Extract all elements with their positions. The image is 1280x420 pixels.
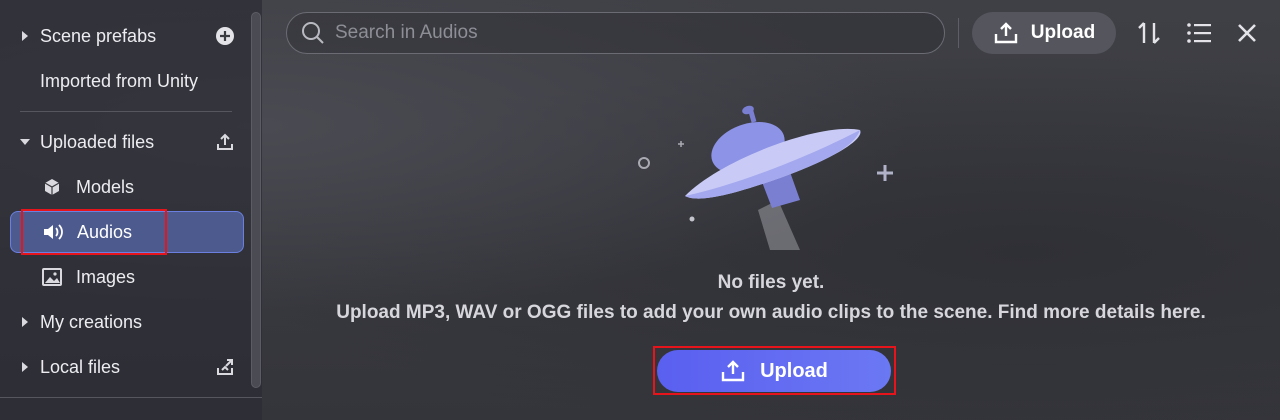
- chevron-right-icon[interactable]: [10, 362, 40, 372]
- plus-circle-icon[interactable]: [214, 25, 236, 47]
- sidebar-item-label: Audios: [77, 221, 133, 242]
- upload-icon: [720, 359, 746, 383]
- divider: [20, 111, 232, 112]
- sidebar-item-my-creations[interactable]: My creations: [10, 302, 244, 342]
- empty-state-title: No files yet.: [717, 272, 825, 293]
- search-icon: [301, 21, 325, 45]
- upload-main-button-label: Upload: [760, 359, 828, 382]
- sidebar-item-label: Scene prefabs: [40, 25, 157, 46]
- sidebar-item-scene-prefabs[interactable]: Scene prefabs: [10, 16, 244, 56]
- sidebar-item-label: My creations: [40, 311, 143, 332]
- sidebar-item-audios[interactable]: Audios: [10, 211, 244, 253]
- upload-button-label: Upload: [1030, 22, 1096, 43]
- divider: [958, 18, 959, 48]
- speaker-icon: [41, 221, 65, 243]
- sidebar-item-uploaded-files[interactable]: Uploaded files: [10, 122, 244, 162]
- chevron-right-icon[interactable]: [10, 317, 40, 327]
- upload-icon: [993, 21, 1019, 45]
- ufo-illustration: [638, 105, 893, 250]
- search-input[interactable]: [333, 21, 917, 45]
- sidebar-item-label: Imported from Unity: [40, 70, 199, 91]
- list-icon[interactable]: [1186, 20, 1212, 46]
- close-icon[interactable]: [1234, 20, 1260, 46]
- divider: [0, 397, 262, 398]
- sidebar-item-imported-from-unity[interactable]: Imported from Unity: [10, 61, 244, 101]
- sidebar-item-local-files[interactable]: Local files: [10, 347, 244, 387]
- sort-icon[interactable]: [1136, 20, 1162, 46]
- chevron-down-icon[interactable]: [10, 139, 40, 145]
- image-icon: [40, 266, 64, 288]
- sidebar-item-label: Models: [76, 176, 135, 197]
- local-upload-icon[interactable]: [214, 356, 236, 378]
- cube-icon: [40, 176, 64, 198]
- sidebar-item-label: Local files: [40, 356, 121, 377]
- sidebar-item-models[interactable]: Models: [10, 167, 244, 207]
- sidebar-scrollbar[interactable]: [251, 12, 261, 388]
- sidebar-item-label: Uploaded files: [40, 131, 155, 152]
- empty-state-description: Upload MP3, WAV or OGG files to add your…: [336, 302, 1206, 323]
- sidebar: Scene prefabs Imported from Unity Upload…: [0, 0, 262, 420]
- upload-button[interactable]: Upload: [972, 12, 1116, 54]
- search-bar[interactable]: [286, 12, 945, 54]
- sidebar-item-label: Images: [76, 266, 136, 287]
- chevron-right-icon[interactable]: [10, 31, 40, 41]
- sidebar-item-images[interactable]: Images: [10, 257, 244, 297]
- upload-icon[interactable]: [214, 131, 236, 153]
- upload-main-button[interactable]: Upload: [657, 350, 891, 392]
